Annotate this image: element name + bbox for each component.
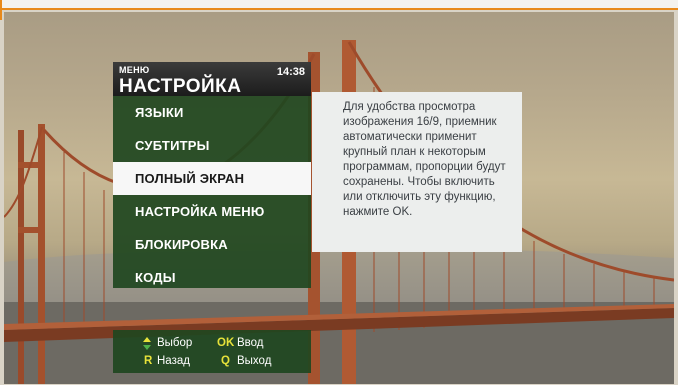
menu-item-lock[interactable]: БЛОКИРОВКА — [113, 228, 311, 261]
menu-breadcrumb: МЕНЮ — [119, 65, 150, 75]
orange-left-rule — [0, 0, 2, 20]
clock-time: 14:38 — [276, 66, 305, 78]
description-panel: Для удобства просмотра изображения 16/9,… — [312, 92, 522, 252]
help-select-label: Выбор — [157, 337, 193, 349]
help-ok-key: OK — [217, 337, 235, 349]
up-down-arrows-icon — [143, 337, 151, 350]
orange-top-rule — [0, 8, 678, 10]
menu-item-full-screen[interactable]: ПОЛНЫЙ ЭКРАН — [113, 162, 311, 195]
menu-item-menu-settings[interactable]: НАСТРОЙКА МЕНЮ — [113, 195, 311, 228]
remote-help-bar: Выбор OK Ввод R Назад Q Выход — [113, 330, 311, 373]
description-text: Для удобства просмотра изображения 16/9,… — [343, 101, 506, 218]
menu-item-languages[interactable]: ЯЗЫКИ — [113, 96, 311, 129]
menu-item-codes[interactable]: КОДЫ — [113, 261, 311, 294]
help-back-label: Назад — [157, 355, 190, 367]
menu-title: НАСТРОЙКА — [119, 76, 242, 97]
help-back-key: R — [144, 355, 153, 367]
menu-item-subtitles[interactable]: СУБТИТРЫ — [113, 129, 311, 162]
menu-list: ЯЗЫКИ СУБТИТРЫ ПОЛНЫЙ ЭКРАН НАСТРОЙКА МЕ… — [113, 96, 311, 294]
menu-header: МЕНЮ НАСТРОЙКА 14:38 — [113, 62, 311, 97]
help-exit-label: Выход — [237, 355, 272, 367]
help-exit-key: Q — [221, 355, 230, 367]
help-enter-label: Ввод — [237, 337, 264, 349]
settings-menu: МЕНЮ НАСТРОЙКА 14:38 ЯЗЫКИ СУБТИТРЫ ПОЛН… — [113, 62, 311, 288]
